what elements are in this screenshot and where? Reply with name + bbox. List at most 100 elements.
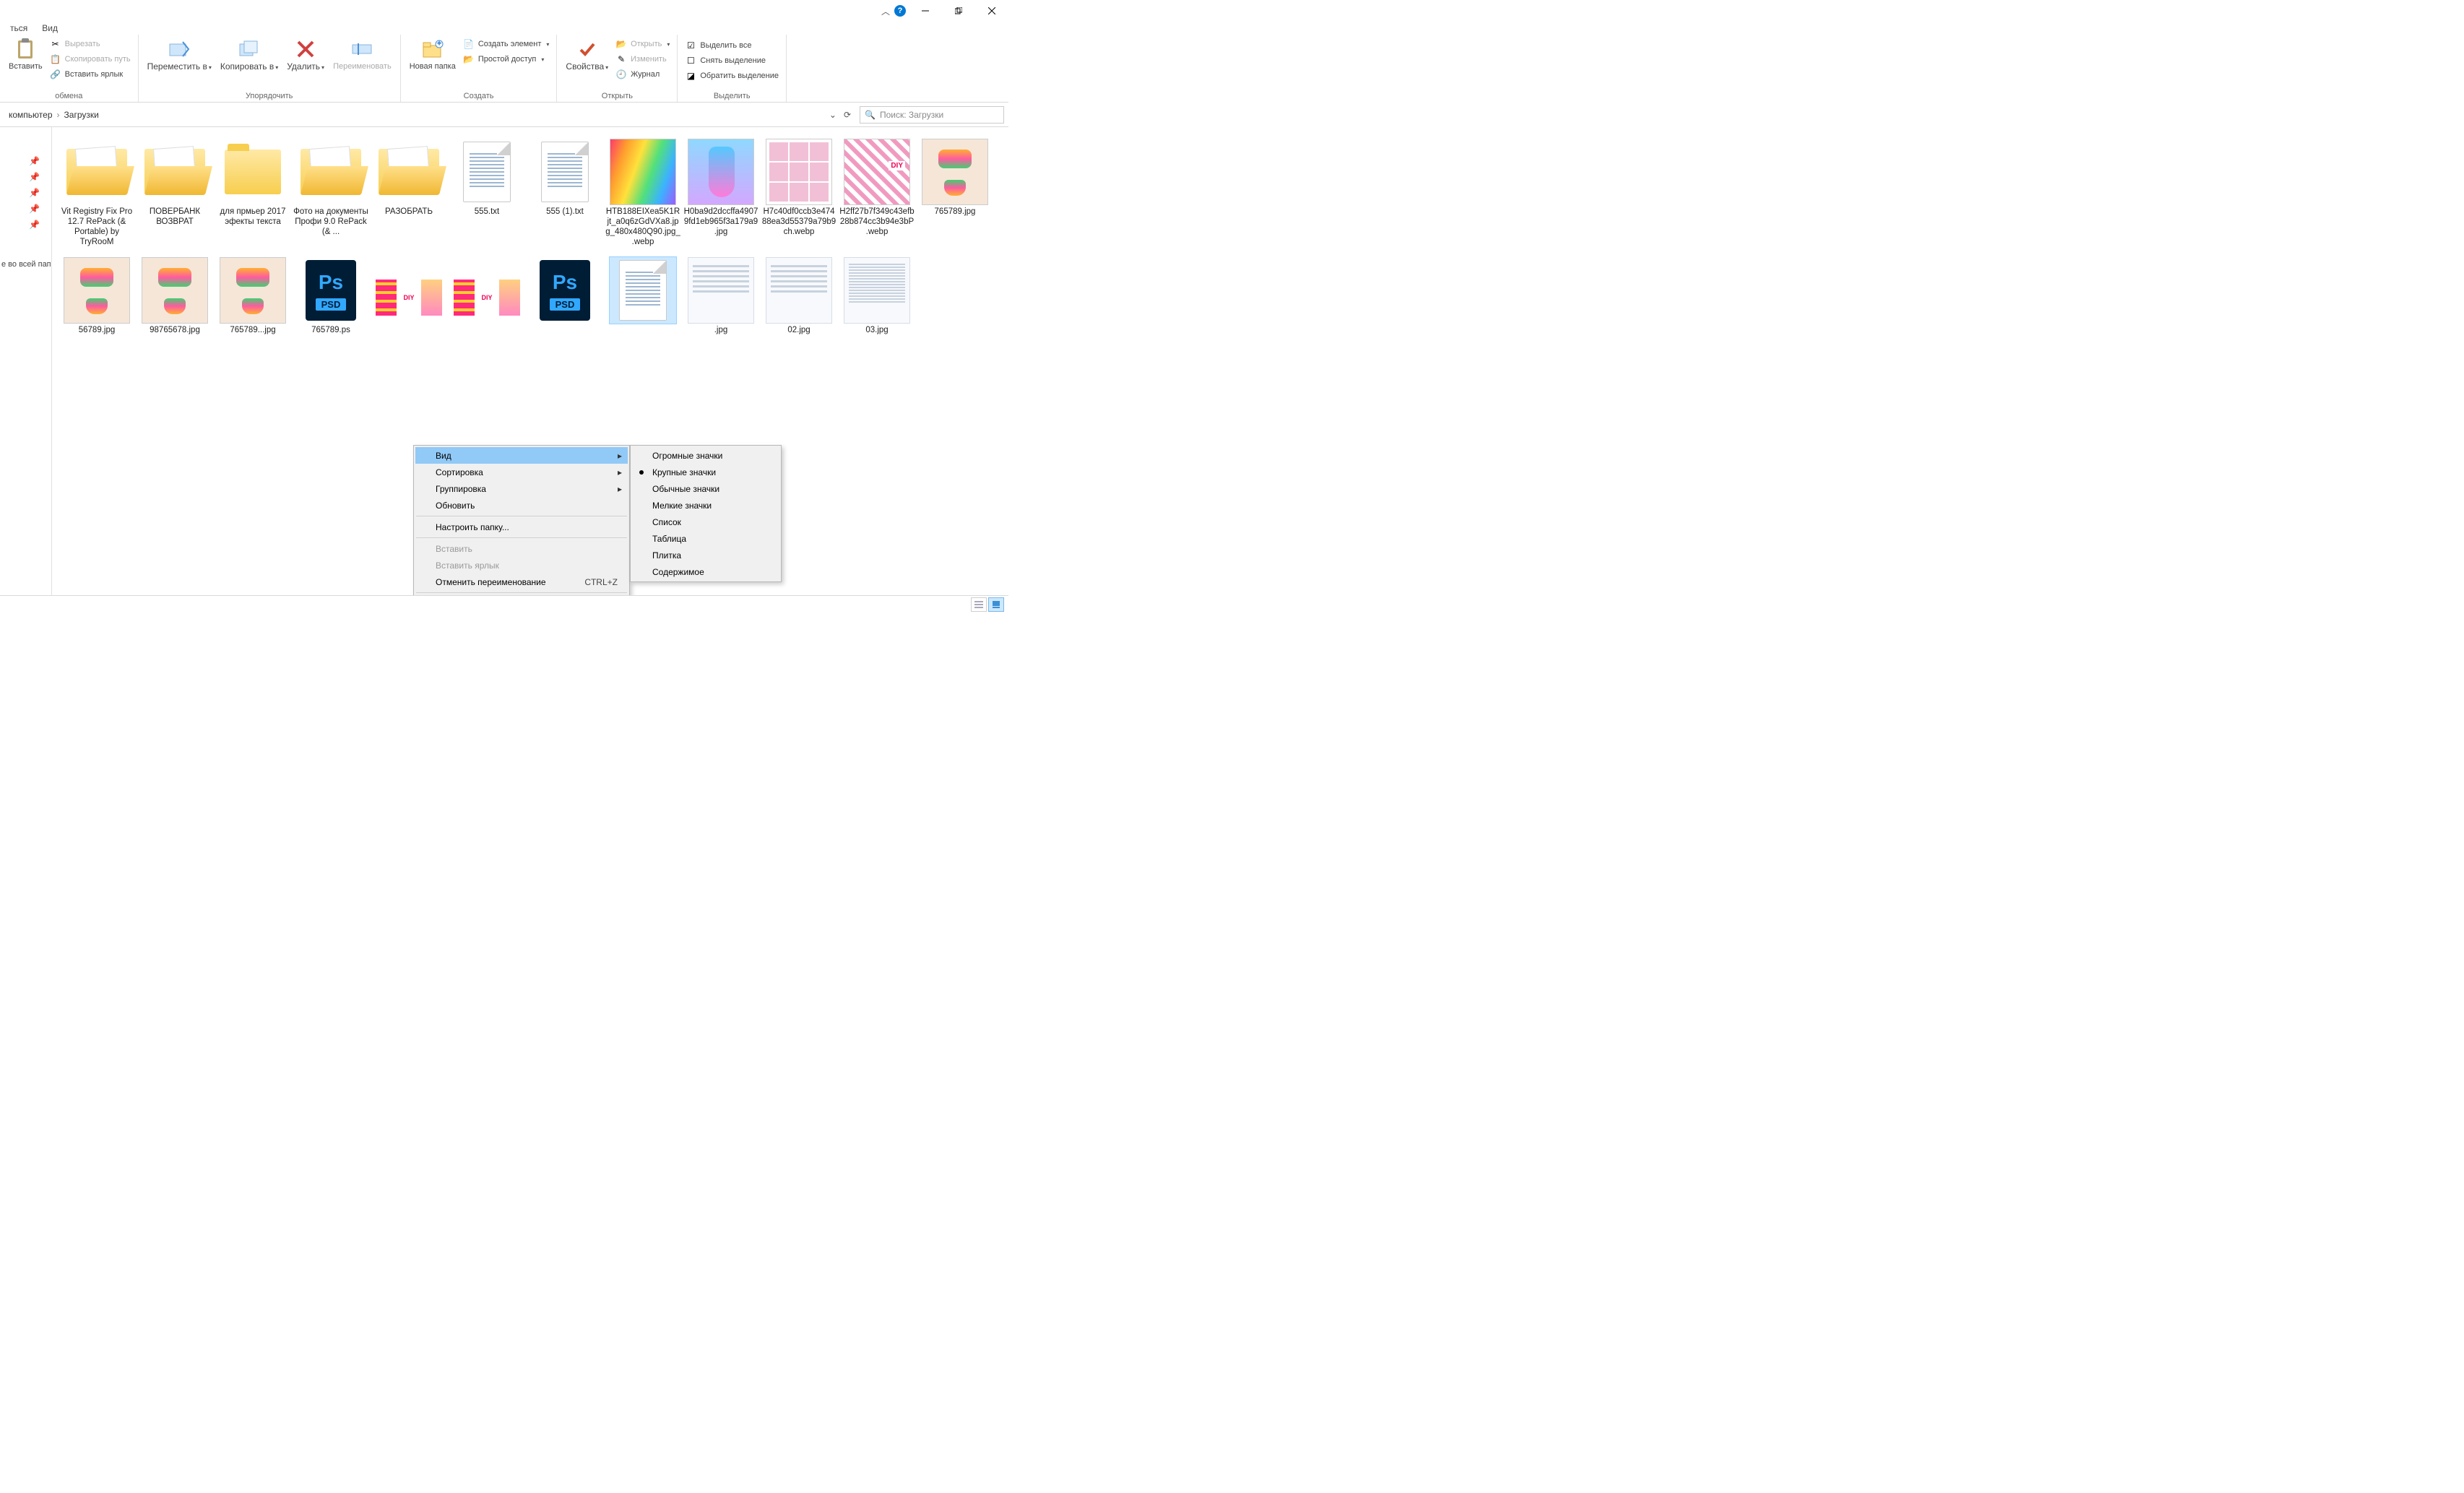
file-item[interactable]: DIY [370,257,448,335]
open-button[interactable]: 📂Открыть▾ [613,38,673,51]
file-item[interactable]: 98765678.jpg [136,257,214,335]
refresh-icon[interactable]: ⟳ [844,110,851,120]
menu-item[interactable]: Сортировка▸ [415,464,628,480]
breadcrumb[interactable]: компьютер › Загрузки [4,106,821,124]
invert-select-button[interactable]: ◪Обратить выделение [682,69,782,82]
file-item[interactable] [604,257,682,335]
copy-path-button[interactable]: 📋Скопировать путь [47,53,134,66]
rename-button[interactable]: Переименовать [329,36,396,73]
file-name: Vit Registry Fix Pro 12.7 RePack (& Port… [58,207,136,247]
window-minimize-button[interactable] [909,0,942,22]
menu-item[interactable]: Вид▸ [415,447,628,464]
file-item[interactable]: H2ff27b7f349c43efb28b874cc3b94e3bP.webp [838,139,916,247]
menu-item[interactable]: Мелкие значки [632,497,779,514]
menu-item-label: Таблица [652,534,686,544]
details-view-button[interactable] [971,597,987,612]
pin-icon[interactable]: 📌 [0,220,51,235]
move-to-button[interactable]: Переместить в▾ [143,36,216,74]
search-input[interactable]: 🔍 Поиск: Загрузки [860,106,1004,124]
breadcrumb-folder[interactable]: Загрузки [64,110,99,120]
menu-item[interactable]: Содержимое [632,563,779,580]
files-pane[interactable]: Vit Registry Fix Pro 12.7 RePack (& Port… [52,127,1008,595]
file-item[interactable]: PsPSD [526,257,604,335]
file-name: 02.jpg [786,325,811,335]
file-name: Фото на документы Профи 9.0 RePack (& ..… [292,207,370,237]
menu-item[interactable]: Плитка [632,547,779,563]
tab-view[interactable]: Вид [35,22,65,35]
file-thumbnail [142,257,208,324]
chevron-right-icon: ▸ [618,467,622,477]
window-close-button[interactable] [975,0,1008,22]
file-item[interactable]: DIY [448,257,526,335]
menu-item[interactable]: Список [632,514,779,530]
file-item[interactable]: 03.jpg [838,257,916,335]
help-icon[interactable]: ? [894,5,906,17]
search-placeholder: Поиск: Загрузки [880,110,943,120]
file-item[interactable]: 765789.jpg [916,139,994,247]
file-item[interactable]: .jpg [682,257,760,335]
history-button[interactable]: 🕘Журнал [613,68,673,81]
file-item[interactable]: 555 (1).txt [526,139,604,247]
file-item[interactable]: Фото на документы Профи 9.0 RePack (& ..… [292,139,370,247]
file-item[interactable]: 56789.jpg [58,257,136,335]
menu-item[interactable]: Обновить [415,497,628,514]
context-submenu-view: Огромные значки Крупные значки Обычные зна… [630,445,782,582]
ribbon-collapse-chevron[interactable]: ︿ [881,5,890,17]
title-bar: ︿ ? [0,0,1008,22]
file-item[interactable]: PsPSD765789.ps [292,257,370,335]
tab-share[interactable]: ться [3,22,35,35]
file-item[interactable]: РАЗОБРАТЬ [370,139,448,247]
new-item-button[interactable]: 📄Создать элемент▾ [460,38,553,51]
cut-button[interactable]: ✂Вырезать [47,38,134,51]
menu-item[interactable]: Обычные значки [632,480,779,497]
copy-to-button[interactable]: Копировать в▾ [216,36,282,74]
copyto-folder-icon [238,38,261,61]
ribbon: Вставить ✂Вырезать 📋Скопировать путь 🔗Вс… [0,35,1008,103]
menu-item[interactable]: Отменить переименованиеCTRL+Z [415,574,628,590]
file-item[interactable]: 02.jpg [760,257,838,335]
file-item[interactable]: для прмьер 2017 эфекты текста [214,139,292,247]
easy-access-button[interactable]: 📂Простой доступ▾ [460,53,553,66]
file-name: 765789.ps [310,325,352,335]
menu-item: Вставить [415,540,628,557]
properties-button[interactable]: Свойства▾ [561,36,613,74]
pin-icon[interactable]: 📌 [0,204,51,220]
paste-button[interactable]: Вставить [4,36,47,73]
file-item[interactable]: Vit Registry Fix Pro 12.7 RePack (& Port… [58,139,136,247]
file-item[interactable]: HTB188EIXea5K1Rjt_a0q6zGdVXa8.jpg_480x48… [604,139,682,247]
pin-icon[interactable]: 📌 [0,156,51,172]
file-thumbnail [766,139,832,205]
select-none-icon: ☐ [685,55,696,66]
file-item[interactable]: H7c40df0ccb3e47488ea3d55379a79b9ch.webp [760,139,838,247]
file-name: ПОВЕРБАНК ВОЗВРАТ [136,207,214,227]
file-item[interactable]: ПОВЕРБАНК ВОЗВРАТ [136,139,214,247]
paste-shortcut-button[interactable]: 🔗Вставить ярлык [47,68,134,81]
menu-item-label: Крупные значки [652,467,716,477]
file-thumbnail [220,257,286,324]
breadcrumb-pc[interactable]: компьютер [9,110,53,120]
pin-icon[interactable]: 📌 [0,188,51,204]
select-all-button[interactable]: ☑Выделить все [682,39,782,52]
file-item[interactable]: H0ba9d2dccffa49079fd1eb965f3a179a9.jpg [682,139,760,247]
select-none-button[interactable]: ☐Снять выделение [682,54,782,67]
file-thumbnail: DIY [454,257,520,324]
menu-item[interactable]: Настроить папку... [415,519,628,535]
menu-item-label: Мелкие значки [652,501,712,511]
window-maximize-button[interactable] [942,0,975,22]
menu-item[interactable]: Группировка▸ [415,480,628,497]
file-thumbnail [64,139,130,205]
delete-button[interactable]: Удалить▾ [282,36,329,74]
menu-item[interactable]: Огромные значки [632,447,779,464]
menu-item[interactable]: Крупные значки [632,464,779,480]
menu-item-label: Группировка [436,484,486,494]
file-item[interactable]: 555.txt [448,139,526,247]
new-folder-icon: ✦ [421,38,444,61]
file-name: для прмьер 2017 эфекты текста [214,207,292,227]
edit-button[interactable]: ✎Изменить [613,53,673,66]
pin-icon[interactable]: 📌 [0,172,51,188]
new-folder-button[interactable]: ✦Новая папка [405,36,460,73]
menu-item[interactable]: Таблица [632,530,779,547]
breadcrumb-dropdown-icon[interactable]: ⌄ [829,110,837,120]
file-item[interactable]: 765789...jpg [214,257,292,335]
icons-view-button[interactable] [988,597,1004,612]
